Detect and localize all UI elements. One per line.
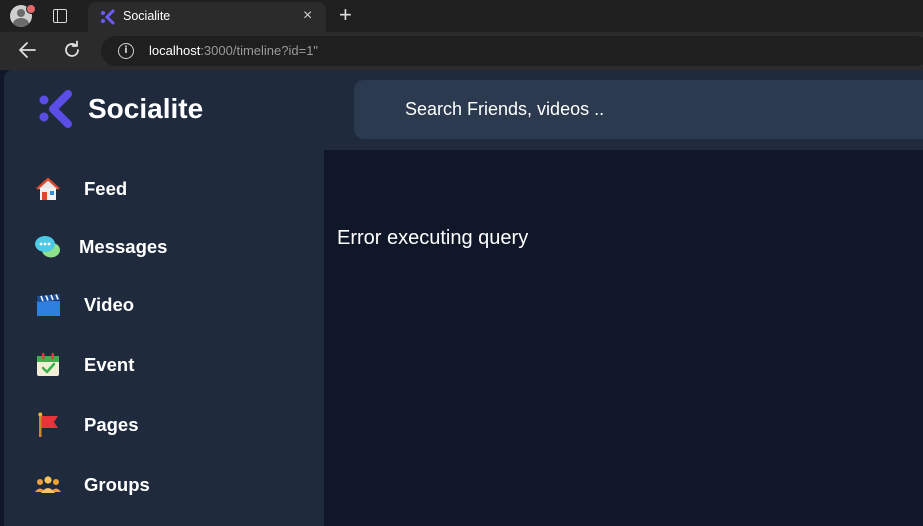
browser-tab-strip: Socialite × +: [0, 0, 923, 32]
clapperboard-icon: [37, 294, 60, 316]
sidebar-item-pages[interactable]: Pages: [4, 405, 324, 445]
page-viewport: Socialite Search Friends, videos .. Feed: [4, 70, 923, 526]
url-text: localhost:3000/timeline?id=1": [149, 43, 318, 58]
sidebar-item-label: Groups: [84, 474, 150, 495]
search-placeholder: Search Friends, videos ..: [405, 99, 605, 119]
profile-notification-dot: [26, 4, 36, 14]
browser-toolbar: i localhost:3000/timeline?id=1": [0, 32, 923, 70]
address-bar[interactable]: i localhost:3000/timeline?id=1": [101, 36, 923, 66]
sidebar-item-label: Messages: [79, 236, 168, 257]
sidebar-item-label: Video: [84, 294, 135, 315]
sidebar-item-messages[interactable]: Messages: [4, 227, 324, 267]
error-message: Error executing query: [337, 227, 529, 249]
url-path: :3000/timeline?id=1": [200, 43, 319, 58]
back-arrow-icon[interactable]: [17, 39, 39, 61]
socialite-logo-icon[interactable]: [38, 90, 74, 128]
new-tab-icon[interactable]: +: [339, 2, 352, 28]
tab-close-icon[interactable]: ×: [303, 6, 312, 26]
reload-icon[interactable]: [61, 39, 83, 61]
sidebar-item-groups[interactable]: Groups: [4, 465, 324, 505]
sidebar-item-feed[interactable]: Feed: [4, 169, 324, 209]
socialite-logo-icon: [101, 9, 115, 25]
tab-title: Socialite: [123, 9, 171, 23]
sidebar-item-label: Feed: [84, 178, 128, 199]
sidebar-item-label: Event: [84, 354, 135, 375]
home-icon: [36, 177, 60, 200]
brand-name[interactable]: Socialite: [88, 93, 203, 125]
browser-tab[interactable]: Socialite ×: [88, 2, 326, 32]
search-input[interactable]: Search Friends, videos ..: [354, 80, 923, 139]
app-header: Socialite Search Friends, videos ..: [4, 70, 923, 150]
people-group-icon: [35, 476, 61, 493]
site-info-icon[interactable]: i: [118, 43, 134, 59]
sidebar-item-event[interactable]: Event: [4, 345, 324, 385]
sidebar-nav: Feed Messages Video Event Pages Groups: [4, 150, 324, 526]
flag-icon: [38, 412, 58, 437]
sidebar-item-label: Pages: [84, 414, 139, 435]
tab-actions-icon[interactable]: [53, 9, 67, 23]
sidebar-item-video[interactable]: Video: [4, 285, 324, 325]
main-content: Error executing query: [324, 150, 923, 526]
calendar-check-icon: [37, 353, 59, 376]
url-host: localhost: [149, 43, 201, 58]
chat-bubbles-icon: [35, 236, 60, 258]
